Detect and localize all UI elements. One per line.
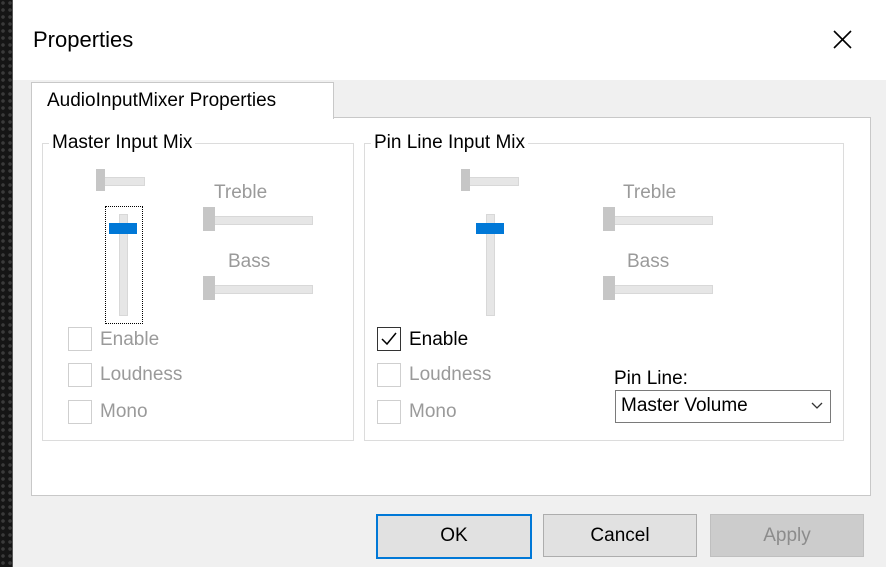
pin-balance-slider (469, 177, 519, 186)
pin-mono-label: Mono (409, 401, 457, 422)
pin-loudness-label: Loudness (409, 364, 492, 385)
pin-volume-thumb[interactable] (476, 223, 504, 234)
tab-audioinputmixer-properties[interactable]: AudioInputMixer Properties (31, 82, 334, 119)
master-bass-thumb (203, 276, 215, 300)
tab-panel: Master Input Mix Treble Bass Enable Loud… (31, 117, 871, 496)
pin-mono-checkbox[interactable] (377, 400, 401, 424)
master-treble-label: Treble (214, 182, 268, 203)
close-icon (833, 30, 852, 49)
master-balance-thumb (96, 169, 105, 191)
master-mono-checkbox[interactable] (68, 400, 92, 424)
pin-line-dropdown[interactable]: Master Volume (615, 390, 831, 423)
apply-button[interactable]: Apply (710, 514, 864, 557)
pin-enable-checkbox[interactable] (377, 327, 401, 351)
pin-treble-slider (603, 216, 713, 225)
master-input-mix-group: Master Input Mix Treble Bass Enable Loud… (42, 132, 354, 441)
master-volume-thumb[interactable] (109, 223, 137, 234)
master-bass-label: Bass (228, 251, 271, 272)
pin-loudness-checkbox[interactable] (377, 363, 401, 387)
master-enable-checkbox[interactable] (68, 327, 92, 351)
checkmark-icon (381, 332, 397, 346)
master-bass-slider (203, 285, 313, 294)
pin-bass-slider (603, 285, 713, 294)
group-title: Master Input Mix (49, 132, 196, 154)
master-loudness-checkbox[interactable] (68, 363, 92, 387)
dialog-title: Properties (33, 27, 134, 52)
pin-treble-thumb (603, 207, 615, 231)
master-treble-slider (203, 216, 313, 225)
pin-treble-label: Treble (623, 182, 677, 203)
pin-balance-thumb (461, 169, 470, 191)
group-title: Pin Line Input Mix (371, 132, 529, 154)
master-treble-thumb (203, 207, 215, 231)
ok-button[interactable]: OK (376, 514, 532, 559)
pin-bass-thumb (603, 276, 615, 300)
master-loudness-label: Loudness (100, 364, 183, 385)
properties-dialog: Properties AudioInputMixer Properties Ma… (12, 0, 886, 567)
close-button[interactable] (821, 18, 861, 58)
cancel-button[interactable]: Cancel (543, 514, 697, 557)
master-mono-label: Mono (100, 401, 148, 422)
chevron-down-icon (811, 402, 823, 409)
pin-line-selected-value: Master Volume (621, 395, 748, 416)
pin-bass-label: Bass (627, 251, 670, 272)
pin-line-label: Pin Line: (614, 368, 688, 389)
pin-enable-label: Enable (409, 329, 469, 350)
master-balance-slider (103, 177, 145, 186)
master-enable-label: Enable (100, 329, 160, 350)
title-bar: Properties (13, 0, 886, 80)
tab-label: AudioInputMixer Properties (47, 90, 277, 111)
